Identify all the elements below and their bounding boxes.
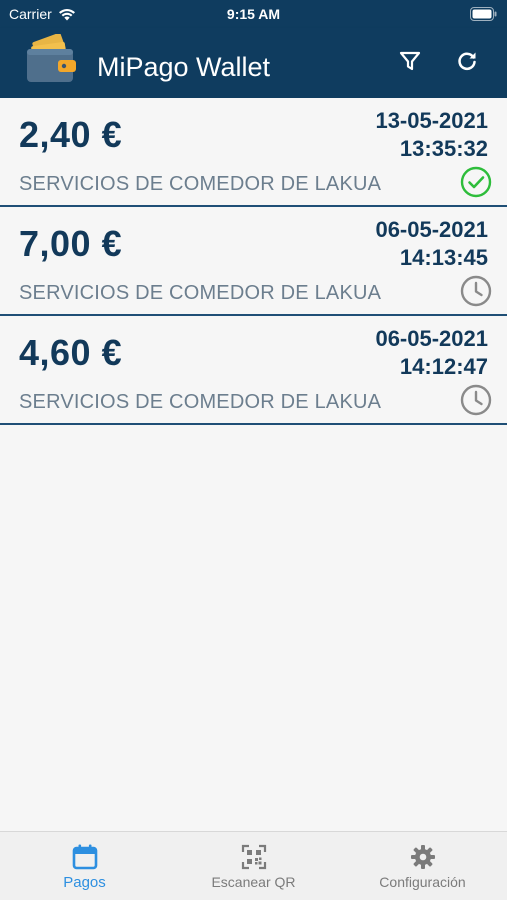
payment-amount: 4,60 € <box>19 332 123 373</box>
payments-list: 2,40 € 13-05-2021 13:35:32 SERVICIOS DE … <box>0 98 507 425</box>
app-screen: Carrier 9:15 AM MiPago Wallet 2,40 € 13-… <box>0 0 507 900</box>
battery-icon <box>470 7 497 24</box>
status-bar: Carrier 9:15 AM <box>0 0 507 28</box>
payment-merchant: SERVICIOS DE COMEDOR DE LAKUA <box>19 391 382 413</box>
tab-label: Pagos <box>63 874 106 891</box>
payment-time: 13:35:32 <box>399 136 488 161</box>
payment-date: 13-05-2021 <box>375 108 488 133</box>
payment-merchant: SERVICIOS DE COMEDOR DE LAKUA <box>19 282 382 304</box>
clock-time: 9:15 AM <box>226 6 281 22</box>
refresh-button[interactable] <box>452 46 482 76</box>
payment-amount: 2,40 € <box>19 114 123 155</box>
refresh-icon <box>458 52 476 71</box>
tab-label: Escanear QR <box>211 874 296 890</box>
filter-icon <box>399 51 421 71</box>
payment-merchant: SERVICIOS DE COMEDOR DE LAKUA <box>19 173 382 195</box>
app-header: MiPago Wallet <box>0 28 507 98</box>
app-title: MiPago Wallet <box>97 52 271 82</box>
wallet-icon <box>24 32 80 86</box>
qr-code-icon <box>241 844 266 870</box>
tab-configuracion[interactable]: Configuración <box>338 832 507 900</box>
tab-escanear-qr[interactable]: Escanear QR <box>169 832 338 900</box>
payment-time: 14:13:45 <box>399 245 488 270</box>
payment-date: 06-05-2021 <box>375 326 488 351</box>
gear-icon <box>410 845 435 869</box>
tab-bar: Pagos Escanear QR Configuración <box>0 831 507 900</box>
payment-item[interactable]: 4,60 € 06-05-2021 14:12:47 SERVICIOS DE … <box>0 316 507 425</box>
payment-date: 06-05-2021 <box>375 217 488 242</box>
calendar-icon <box>72 844 97 870</box>
clock-icon <box>460 384 492 416</box>
payment-item[interactable]: 2,40 € 13-05-2021 13:35:32 SERVICIOS DE … <box>0 98 507 207</box>
clock-icon <box>460 275 492 307</box>
payment-amount: 7,00 € <box>19 223 123 264</box>
filter-button[interactable] <box>395 46 425 76</box>
payment-time: 14:12:47 <box>399 354 488 379</box>
payment-item[interactable]: 7,00 € 06-05-2021 14:13:45 SERVICIOS DE … <box>0 207 507 316</box>
tab-pagos[interactable]: Pagos <box>0 832 169 900</box>
check-circle-icon <box>460 166 492 198</box>
tab-label: Configuración <box>379 874 466 890</box>
